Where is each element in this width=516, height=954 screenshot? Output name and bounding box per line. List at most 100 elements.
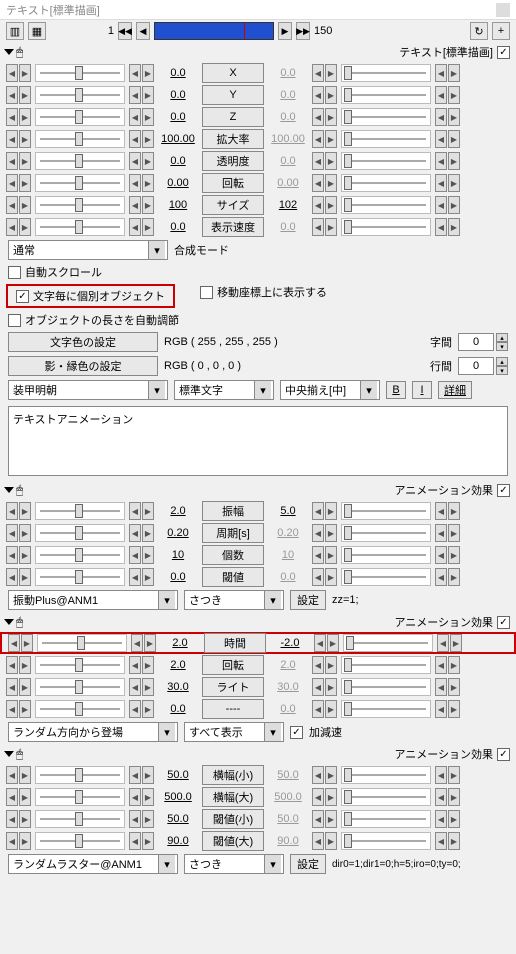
stepper-right-fine[interactable]: ◀▶ <box>312 568 337 586</box>
slider-left[interactable] <box>35 700 125 718</box>
stepper-left-fine[interactable]: ◀▶ <box>129 546 154 564</box>
next-button[interactable]: ▶ <box>278 22 292 40</box>
stepper-left[interactable]: ◀▶ <box>6 678 31 696</box>
param-button[interactable]: 透明度 <box>202 151 264 171</box>
stepper-left-fine[interactable]: ◀▶ <box>129 810 154 828</box>
param-button[interactable]: ---- <box>202 699 264 719</box>
perchar-check[interactable] <box>16 290 29 303</box>
slider-left[interactable] <box>35 130 125 148</box>
slider-left[interactable] <box>35 108 125 126</box>
value-right[interactable]: 0.0 <box>268 571 308 583</box>
param-button[interactable]: 横幅(大) <box>202 787 264 807</box>
stepper-left[interactable]: ◀▶ <box>6 174 31 192</box>
stepper-right[interactable]: ◀▶ <box>435 524 460 542</box>
value-right[interactable]: 0.0 <box>268 111 308 123</box>
anim1-script-select[interactable]: 振動Plus@ANM1 <box>8 590 178 610</box>
slider-right[interactable] <box>341 656 431 674</box>
value-right[interactable]: 0.0 <box>268 221 308 233</box>
value-right[interactable]: 102 <box>268 199 308 211</box>
spacing-down[interactable]: ▾ <box>496 342 508 351</box>
stepper-right-fine[interactable]: ◀▶ <box>312 130 337 148</box>
stepper-left-fine[interactable]: ◀▶ <box>129 678 154 696</box>
value-right[interactable]: 0.0 <box>268 67 308 79</box>
stepper-left[interactable]: ◀▶ <box>6 196 31 214</box>
stepper-left[interactable]: ◀▶ <box>6 86 31 104</box>
slider-left[interactable] <box>35 810 125 828</box>
stepper-right[interactable]: ◀▶ <box>435 130 460 148</box>
stepper-right[interactable]: ◀▶ <box>435 108 460 126</box>
param-button[interactable]: 閾値(小) <box>202 809 264 829</box>
text-input[interactable]: テキストアニメーション <box>8 406 508 476</box>
stepper-left-fine[interactable]: ◀▶ <box>129 86 154 104</box>
anim2-script-select[interactable]: ランダム方向から登場 <box>8 722 178 742</box>
font-select[interactable]: 装甲明朝 <box>8 380 168 400</box>
slider-right[interactable] <box>341 108 431 126</box>
stepper-right[interactable]: ◀▶ <box>437 634 462 652</box>
lineheight-input[interactable] <box>458 357 494 375</box>
stepper-right-fine[interactable]: ◀▶ <box>312 810 337 828</box>
stepper-right-fine[interactable]: ◀▶ <box>312 502 337 520</box>
add-icon[interactable]: + <box>492 22 510 40</box>
slider-left[interactable] <box>35 86 125 104</box>
bold-button[interactable]: B <box>386 381 406 399</box>
stepper-left[interactable]: ◀▶ <box>6 656 31 674</box>
stepper-left[interactable]: ◀▶ <box>6 568 31 586</box>
param-button[interactable]: Z <box>202 107 264 127</box>
stepper-right-fine[interactable]: ◀▶ <box>312 524 337 542</box>
slider-left[interactable] <box>35 766 125 784</box>
value-left[interactable]: 500.0 <box>158 791 198 803</box>
stepper-left-fine[interactable]: ◀▶ <box>129 174 154 192</box>
param-button[interactable]: サイズ <box>202 195 264 215</box>
lineheight-down[interactable]: ▾ <box>496 366 508 375</box>
slider-left[interactable] <box>35 174 125 192</box>
stepper-right-fine[interactable]: ◀▶ <box>312 174 337 192</box>
param-button[interactable]: ライト <box>202 677 264 697</box>
section-text-enable[interactable] <box>497 46 510 59</box>
showcoord-check[interactable] <box>200 286 213 299</box>
spacing-input[interactable] <box>458 333 494 351</box>
value-right[interactable]: 30.0 <box>268 681 308 693</box>
stepper-left[interactable]: ◀▶ <box>6 832 31 850</box>
anim2-show-select[interactable]: すべて表示 <box>184 722 284 742</box>
stepper-right-fine[interactable]: ◀▶ <box>312 546 337 564</box>
stepper-right[interactable]: ◀▶ <box>435 64 460 82</box>
value-left[interactable]: 0.20 <box>158 527 198 539</box>
value-left[interactable]: 0.0 <box>158 703 198 715</box>
param-button[interactable]: 振幅 <box>202 501 264 521</box>
chartype-select[interactable]: 標準文字 <box>174 380 274 400</box>
anim3-settings-button[interactable]: 設定 <box>290 854 326 874</box>
collapse-icon[interactable] <box>4 49 14 55</box>
stepper-left-fine[interactable]: ◀▶ <box>129 766 154 784</box>
value-left[interactable]: 10 <box>158 549 198 561</box>
param-button[interactable]: 個数 <box>202 545 264 565</box>
collapse-icon[interactable] <box>4 487 14 493</box>
stepper-left[interactable]: ◀▶ <box>6 524 31 542</box>
slider-right[interactable] <box>341 678 431 696</box>
slider-right[interactable] <box>341 502 431 520</box>
stepper-left[interactable]: ◀▶ <box>6 700 31 718</box>
slider-right[interactable] <box>341 568 431 586</box>
stepper-left[interactable]: ◀▶ <box>6 218 31 236</box>
slider-left[interactable] <box>35 152 125 170</box>
close-icon[interactable] <box>496 3 510 17</box>
value-left[interactable]: 0.0 <box>158 571 198 583</box>
slider-left[interactable] <box>35 568 125 586</box>
value-left[interactable]: 2.0 <box>160 637 200 649</box>
value-left[interactable]: 50.0 <box>158 813 198 825</box>
fwd-button[interactable]: ▶▶ <box>296 22 310 40</box>
slider-right[interactable] <box>341 832 431 850</box>
stepper-left-fine[interactable]: ◀▶ <box>129 656 154 674</box>
value-left[interactable]: 0.0 <box>158 221 198 233</box>
param-button[interactable]: 時間 <box>204 633 266 653</box>
param-button[interactable]: 回転 <box>202 173 264 193</box>
value-right[interactable]: 2.0 <box>268 659 308 671</box>
slider-right[interactable] <box>341 64 431 82</box>
slider-left[interactable] <box>35 218 125 236</box>
anim3-script-select[interactable]: ランダムラスター@ANM1 <box>8 854 178 874</box>
stepper-left[interactable]: ◀▶ <box>6 130 31 148</box>
stepper-left-fine[interactable]: ◀▶ <box>129 196 154 214</box>
blend-mode-select[interactable]: 通常 <box>8 240 168 260</box>
slider-left[interactable] <box>35 788 125 806</box>
align-select[interactable]: 中央揃え[中] <box>280 380 380 400</box>
value-left[interactable]: 100.00 <box>158 133 198 145</box>
